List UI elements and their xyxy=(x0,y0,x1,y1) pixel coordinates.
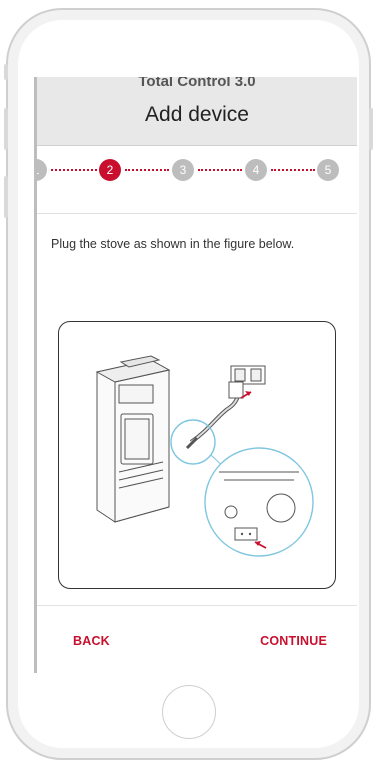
volume-up-button xyxy=(4,108,8,150)
step-connector-2 xyxy=(125,169,169,171)
page-title: Add device xyxy=(145,103,249,126)
home-button[interactable] xyxy=(162,685,216,739)
stove-back-detail-icon xyxy=(204,447,314,557)
step-connector-1 xyxy=(51,169,97,171)
step-4[interactable]: 4 xyxy=(245,159,267,181)
plug-icon xyxy=(228,381,244,399)
stove-plug-illustration xyxy=(95,355,314,557)
app-name: Total Control 3.0 xyxy=(138,77,256,90)
step-connector-4 xyxy=(271,169,315,171)
continue-button[interactable]: CONTINUE xyxy=(260,634,327,648)
step-2[interactable]: 2 xyxy=(99,159,121,181)
volume-down-button xyxy=(4,176,8,218)
step-connector-3 xyxy=(198,169,242,171)
stepper xyxy=(37,145,357,214)
mute-switch xyxy=(4,64,8,80)
instruction-text: Plug the stove as shown in the figure be… xyxy=(51,237,295,251)
app-screen: Total Control 3.0 Add device 1 2 3 4 5 P… xyxy=(34,77,357,673)
stove-icon xyxy=(95,355,171,523)
step-3[interactable]: 3 xyxy=(172,159,194,181)
stove-figure xyxy=(58,321,336,589)
header: Total Control 3.0 Add device xyxy=(37,77,357,146)
step-5[interactable]: 5 xyxy=(317,159,339,181)
footer-divider xyxy=(37,605,357,606)
power-button xyxy=(369,108,373,150)
back-button[interactable]: BACK xyxy=(73,634,110,648)
